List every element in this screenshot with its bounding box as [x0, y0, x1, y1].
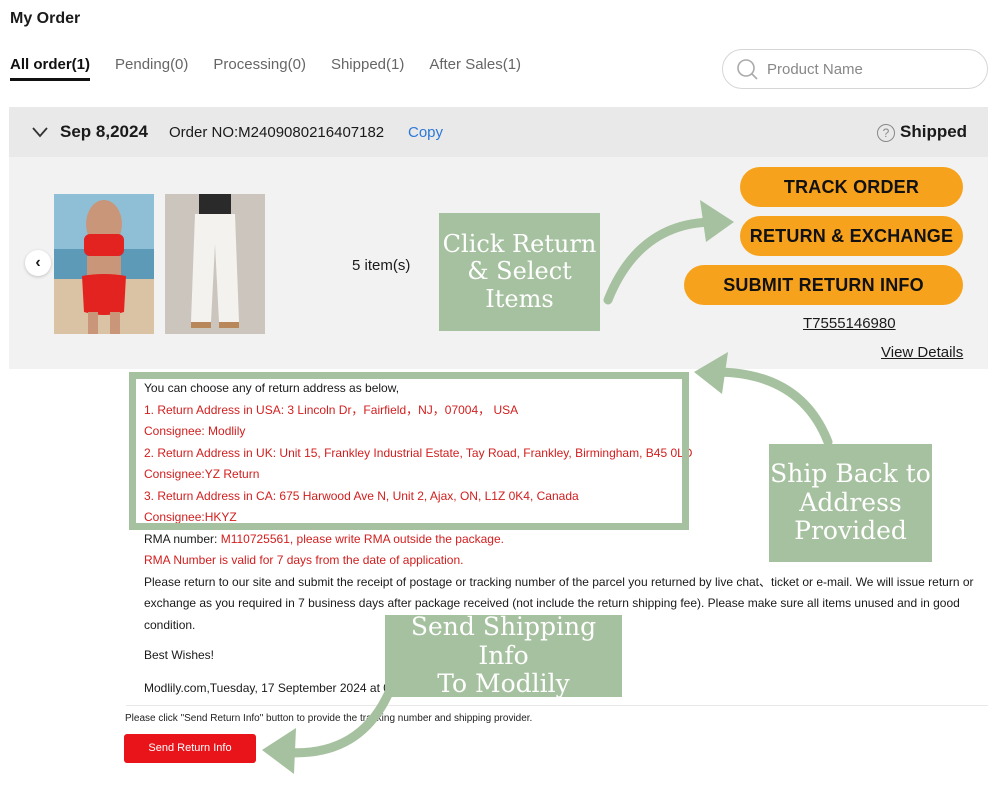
send-return-info-button[interactable]: Send Return Info: [124, 734, 256, 763]
signature-text: Modlily.com,Tuesday, 17 September 2024 a…: [144, 681, 390, 695]
search-input[interactable]: [767, 60, 967, 78]
return-exchange-button[interactable]: RETURN & EXCHANGE: [740, 216, 963, 256]
annotation-send-shipping-info: Send Shipping Info To Modlily: [385, 612, 622, 698]
send-return-note: Please click "Send Return Info" button t…: [125, 713, 533, 724]
product-search[interactable]: [722, 49, 988, 89]
address-highlight-box: [129, 372, 689, 530]
copy-link[interactable]: Copy: [408, 124, 443, 141]
product-thumbnail-swimsuit[interactable]: [54, 194, 154, 334]
items-count: 5 item(s): [352, 257, 411, 274]
rma-validity-text: RMA Number is valid for 7 days from the …: [144, 553, 464, 567]
order-number: Order NO:M2409080216407182: [169, 124, 385, 141]
rma-value: M110725561, please write RMA outside the…: [220, 531, 504, 546]
tab-shipped[interactable]: Shipped(1): [331, 56, 404, 81]
closing-text: Best Wishes!: [144, 648, 215, 662]
submit-return-info-button[interactable]: SUBMIT RETURN INFO: [684, 265, 963, 305]
track-order-button[interactable]: TRACK ORDER: [740, 167, 963, 207]
tracking-number-link[interactable]: T7555146980: [803, 315, 896, 332]
order-date: Sep 8,2024: [60, 122, 148, 141]
annotation-click-return: Click Return & Select Items: [439, 213, 600, 331]
annotation-ship-back: Ship Back to Address Provided: [769, 444, 932, 562]
carousel-prev-button[interactable]: ‹: [25, 250, 51, 276]
chevron-down-icon[interactable]: [31, 123, 49, 141]
rma-label: RMA number:: [144, 531, 218, 546]
search-icon: [737, 59, 758, 80]
order-header: Sep 8,2024 Order NO:M2409080216407182 Co…: [9, 107, 988, 157]
order-status: Shipped: [900, 122, 968, 141]
order-tabs: All order(1) Pending(0) Processing(0) Sh…: [10, 56, 546, 81]
view-details-link[interactable]: View Details: [881, 344, 963, 361]
divider: [126, 705, 988, 706]
help-icon[interactable]: ?: [877, 124, 895, 142]
rma-line: RMA number: M110725561, please write RMA…: [144, 529, 504, 551]
product-thumbnail-pants[interactable]: [165, 194, 265, 334]
page-title: My Order: [10, 10, 81, 27]
tab-after-sales[interactable]: After Sales(1): [429, 56, 521, 81]
tab-pending[interactable]: Pending(0): [115, 56, 188, 81]
tab-all-orders[interactable]: All order(1): [10, 56, 91, 81]
tab-processing[interactable]: Processing(0): [213, 56, 306, 81]
